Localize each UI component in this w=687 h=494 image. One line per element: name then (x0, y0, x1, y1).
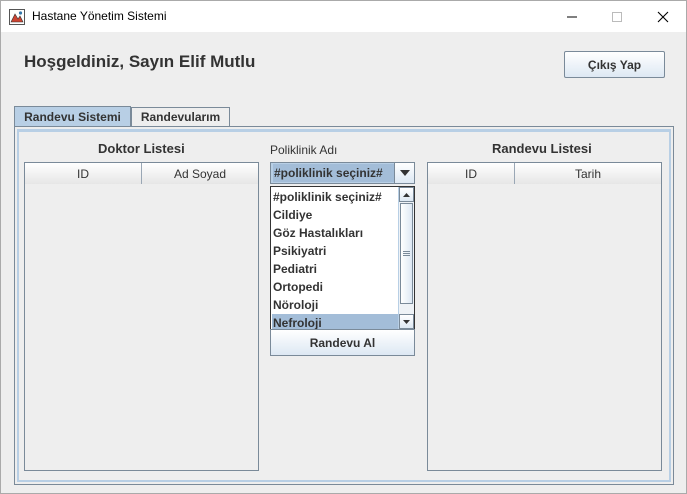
column-header-id[interactable]: ID (428, 163, 515, 184)
dropdown-option[interactable]: Göz Hastalıkları (272, 224, 398, 242)
close-button[interactable] (640, 1, 686, 32)
doctor-table[interactable]: ID Ad Soyad (24, 162, 259, 471)
column-header-id[interactable]: ID (25, 163, 142, 184)
doctor-table-header: ID Ad Soyad (25, 163, 258, 184)
maximize-button[interactable] (594, 1, 640, 32)
dropdown-option[interactable]: Pediatri (272, 260, 398, 278)
column-header-tarih[interactable]: Tarih (515, 163, 661, 184)
clinic-select-value: #poliklinik seçiniz# (273, 164, 395, 182)
appointment-table[interactable]: ID Tarih (427, 162, 662, 471)
dropdown-option[interactable]: Cildiye (272, 206, 398, 224)
logout-button[interactable]: Çıkış Yap (564, 51, 665, 78)
clinic-select-toggle[interactable] (394, 163, 414, 183)
clinic-label: Poliklinik Adı (270, 143, 338, 157)
dropdown-option[interactable]: Ortopedi (272, 278, 398, 296)
arrow-down-icon (403, 319, 410, 324)
arrow-up-icon (403, 192, 410, 197)
tab-randevularim[interactable]: Randevularım (131, 107, 230, 126)
doctor-list-title: Doktor Listesi (98, 141, 185, 156)
close-icon (657, 11, 669, 22)
dropdown-option[interactable]: Nöroloji (272, 296, 398, 314)
chevron-down-icon (399, 170, 410, 176)
scroll-down-button[interactable] (399, 314, 414, 329)
dropdown-option[interactable]: Psikiyatri (272, 242, 398, 260)
title-bar[interactable]: Hastane Yönetim Sistemi (1, 1, 686, 32)
grip-icon (403, 251, 410, 256)
randevu-al-button[interactable]: Randevu Al (270, 329, 415, 356)
welcome-heading: Hoşgeldiniz, Sayın Elif Mutlu (24, 52, 256, 71)
scroll-thumb[interactable] (400, 203, 413, 304)
appointment-list-title: Randevu Listesi (492, 141, 592, 156)
dropdown-scrollbar[interactable] (398, 187, 414, 330)
scroll-up-button[interactable] (399, 187, 414, 202)
clinic-dropdown-list[interactable]: #poliklinik seçiniz# Cildiye Göz Hastalı… (270, 186, 415, 332)
main-window: Hastane Yönetim Sistemi Hoşgeldiniz, Say… (0, 0, 687, 494)
window-title: Hastane Yönetim Sistemi (32, 9, 167, 23)
maximize-icon (612, 11, 622, 22)
dropdown-option[interactable]: #poliklinik seçiniz# (272, 188, 398, 206)
minimize-button[interactable] (549, 1, 595, 32)
appointment-table-header: ID Tarih (428, 163, 661, 184)
minimize-icon (567, 16, 577, 17)
tab-randevu-sistemi[interactable]: Randevu Sistemi (14, 106, 131, 126)
app-icon (9, 9, 25, 25)
column-header-ad-soyad[interactable]: Ad Soyad (142, 163, 258, 184)
clinic-select[interactable]: #poliklinik seçiniz# (270, 162, 415, 184)
